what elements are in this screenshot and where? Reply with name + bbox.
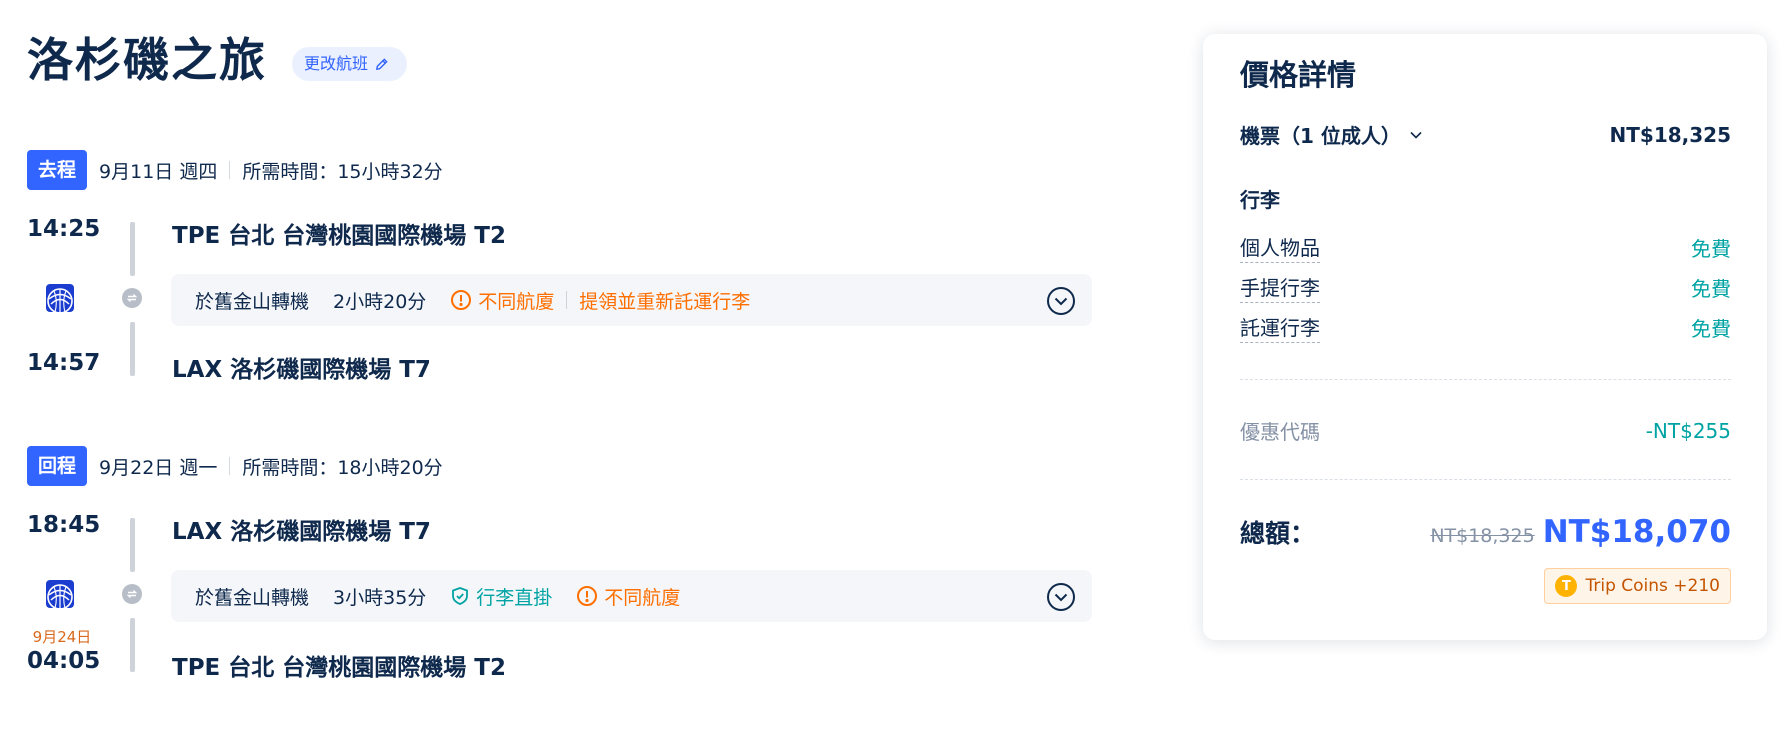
ticket-dropdown[interactable]: 機票（1 位成人） [1240,120,1425,149]
baggage-label[interactable]: 個人物品 [1240,232,1320,263]
transfer-city: 於舊金山轉機 [195,290,310,313]
total-row: 總額： NT$18,325 NT$18,070 [1240,514,1731,550]
outbound-duration: 所需時間：15小時32分 [242,160,443,183]
baggage-label[interactable]: 手提行李 [1240,272,1320,303]
ticket-label: 機票（1 位成人） [1240,124,1401,148]
transfer-city: 於舊金山轉機 [195,586,310,609]
outbound-depart-time: 14:25 [27,216,101,242]
baggage-value: 免費 [1691,277,1731,301]
through-baggage-text: 行李直掛 [476,586,553,609]
trip-coins-badge: T Trip Coins +210 [1544,568,1731,604]
baggage-row-checked: 託運行李 免費 [1240,312,1731,343]
return-date: 9月22日 週一 [99,456,218,479]
baggage-value: 免費 [1691,237,1731,261]
price-details-card: 價格詳情 機票（1 位成人） NT$18,325 行李 個人物品 免費 手提行李… [1203,34,1767,640]
timeline-line [130,518,135,572]
baggage-title: 行李 [1240,188,1280,212]
ticket-price: NT$18,325 [1609,122,1731,147]
outbound-transfer-info: 於舊金山轉機 2小時20分 不同航廈 提領並重新託運行李 [171,274,1092,326]
united-airlines-logo-icon [46,284,74,312]
return-depart-time: 18:45 [27,512,101,538]
price-details-title: 價格詳情 [1240,58,1357,92]
return-arrive-time: 04:05 [27,648,101,674]
timeline-line [130,618,135,672]
expand-chevron-icon[interactable] [1046,582,1076,612]
outbound-arrive-time: 14:57 [27,350,101,376]
divider [229,161,231,179]
outbound-badge: 去程 [27,150,88,190]
timeline-line [130,222,135,276]
recheck-baggage-text: 提領並重新託運行李 [579,290,751,313]
return-arrive-airport: TPE 台北 台灣桃園國際機場 T2 [172,655,506,681]
divider [229,457,231,475]
shield-check-icon [452,587,469,605]
transfer-duration: 3小時35分 [333,586,427,609]
original-total: NT$18,325 [1430,525,1535,547]
divider [1240,479,1731,480]
change-flight-label: 更改航班 [304,54,369,73]
outbound-depart-airport: TPE 台北 台灣桃園國際機場 T2 [172,223,506,249]
through-baggage-note: 行李直掛 [450,583,552,610]
return-transfer-info: 於舊金山轉機 3小時35分 行李直掛 不同航廈 [171,570,1092,622]
transfer-icon [122,288,142,308]
outbound-header: 去程 9月11日 週四 所需時間：15小時32分 [27,150,443,190]
trip-coin-icon: T [1555,575,1578,597]
terminal-change-warning: 不同航廈 [450,287,554,314]
expand-chevron-icon[interactable] [1046,286,1076,316]
warning-text: 不同航廈 [478,290,555,313]
baggage-label[interactable]: 託運行李 [1240,312,1320,343]
total-price: NT$18,070 [1542,514,1731,550]
chevron-down-icon [1410,131,1422,139]
page-title: 洛杉磯之旅 [27,33,267,87]
warning-text: 不同航廈 [604,586,681,609]
outbound-date: 9月11日 週四 [99,160,218,183]
divider [566,291,568,309]
total-price-group: NT$18,325 NT$18,070 [1430,514,1731,550]
return-depart-airport: LAX 洛杉磯國際機場 T7 [172,519,431,545]
terminal-change-warning: 不同航廈 [576,583,680,610]
return-header: 回程 9月22日 週一 所需時間：18小時20分 [27,446,443,486]
ticket-price-row: 機票（1 位成人） NT$18,325 [1240,120,1731,149]
warning-icon [451,290,472,310]
transfer-duration: 2小時20分 [333,290,427,313]
edit-icon [375,57,388,70]
baggage-section-title: 行李 [1240,184,1731,213]
total-label: 總額： [1240,519,1316,548]
united-airlines-logo-icon [46,580,74,608]
promo-code-label: 優惠代碼 [1240,420,1320,444]
divider [1240,379,1731,380]
promo-code-value: -NT$255 [1645,418,1731,443]
arrival-next-day-date: 9月24日 [32,628,92,646]
timeline-line [130,322,135,376]
change-flight-button[interactable]: 更改航班 [292,47,408,81]
warning-icon [577,586,598,606]
outbound-arrive-airport: LAX 洛杉磯國際機場 T7 [172,357,431,383]
flight-booking-page: 洛杉磯之旅 更改航班 去程 9月11日 週四 所需時間：15小時32分 14:2… [0,0,1788,740]
trip-coins-text: Trip Coins +210 [1585,576,1720,596]
transfer-icon [122,584,142,604]
return-badge: 回程 [27,446,88,486]
baggage-value: 免費 [1691,317,1731,341]
return-duration: 所需時間：18小時20分 [242,456,443,479]
baggage-row-personal: 個人物品 免費 [1240,232,1731,263]
promo-code-row: 優惠代碼 -NT$255 [1240,416,1731,445]
baggage-row-carry-on: 手提行李 免費 [1240,272,1731,303]
